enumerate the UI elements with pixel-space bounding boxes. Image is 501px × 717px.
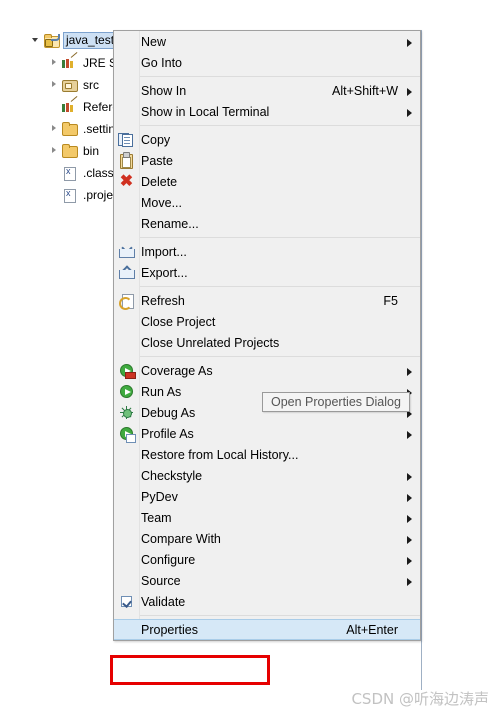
menu-separator: [114, 125, 420, 126]
menu-item-paste[interactable]: Paste: [114, 150, 420, 171]
menu-item-label: Show In: [141, 83, 187, 98]
folder-icon: [61, 121, 78, 137]
menu-item-label: Properties: [141, 622, 198, 637]
menu-item-label: Checkstyle: [141, 468, 203, 483]
watermark: CSDN @听海边涛声: [351, 690, 489, 708]
tree-twisty-icon[interactable]: [30, 31, 43, 50]
menu-item-label: Validate: [141, 594, 186, 609]
menu-item-label: Move...: [141, 195, 182, 210]
tree-item-src[interactable]: src: [48, 75, 101, 94]
menu-item-source[interactable]: Source: [114, 570, 420, 591]
menu-item-team[interactable]: Team: [114, 507, 420, 528]
menu-item-label: Source: [141, 573, 181, 588]
menu-separator: [114, 615, 420, 616]
tree-twisty-icon[interactable]: [48, 141, 61, 160]
profile-icon: [118, 425, 136, 443]
tree-item-java-test2[interactable]: java_test2: [30, 31, 124, 50]
menu-item-refresh[interactable]: Refresh F5: [114, 290, 420, 311]
menu-item-restore-from-local-history[interactable]: Restore from Local History...: [114, 444, 420, 465]
menu-item-label: Profile As: [141, 426, 194, 441]
tree-twisty-icon[interactable]: [48, 53, 61, 72]
menu-item-label: Rename...: [141, 216, 199, 231]
menu-item-import[interactable]: Import...: [114, 241, 420, 262]
debug-icon: [118, 404, 135, 421]
run-icon: [118, 383, 135, 400]
tree-item-label: src: [83, 77, 99, 92]
menu-item-new[interactable]: New: [114, 31, 420, 52]
menu-item-delete[interactable]: ✖ Delete: [114, 171, 420, 192]
menu-item-pydev[interactable]: PyDev: [114, 486, 420, 507]
menu-item-label: New: [141, 34, 167, 49]
menu-separator: [114, 76, 420, 77]
menu-item-export[interactable]: Export...: [114, 262, 420, 283]
menu-item-copy[interactable]: Copy: [114, 129, 420, 150]
menu-item-label: Configure: [141, 552, 196, 567]
menu-separator: [114, 356, 420, 357]
menu-item-coverage-as[interactable]: Coverage As: [114, 360, 420, 381]
menu-item-profile-as[interactable]: Profile As: [114, 423, 420, 444]
project-context-menu[interactable]: New Go Into Show In Alt+Shift+W Show in Loca…: [113, 30, 421, 641]
menu-item-shortcut: F5: [383, 293, 398, 308]
export-icon: [118, 264, 135, 281]
tree-twisty-icon[interactable]: [48, 75, 61, 94]
menu-item-checkstyle[interactable]: Checkstyle: [114, 465, 420, 486]
properties-tooltip: Open Properties Dialog: [262, 392, 410, 412]
menu-item-label: Paste: [141, 153, 173, 168]
coverage-icon: [118, 362, 136, 379]
menu-item-label: Show in Local Terminal: [141, 104, 270, 119]
menu-item-go-into[interactable]: Go Into: [114, 52, 420, 73]
menu-item-shortcut: Alt+Shift+W: [332, 83, 398, 98]
menu-item-validate[interactable]: Validate: [114, 591, 420, 612]
checkbox-checked-icon: [118, 593, 135, 610]
copy-icon: [118, 131, 135, 148]
import-icon: [118, 242, 135, 260]
menu-item-label: Go Into: [141, 55, 182, 70]
menu-item-label: Delete: [141, 174, 178, 189]
menu-item-label: Team: [141, 510, 172, 525]
menu-item-show-in[interactable]: Show In Alt+Shift+W: [114, 80, 420, 101]
menu-separator: [114, 237, 420, 238]
menu-item-label: Refresh: [141, 293, 185, 308]
menu-item-label: Close Project: [141, 314, 216, 329]
project-icon: [43, 33, 60, 49]
tree-item-label: bin: [83, 143, 100, 158]
menu-item-show-in-local-terminal[interactable]: Show in Local Terminal: [114, 101, 420, 122]
menu-item-close-unrelated-projects[interactable]: Close Unrelated Projects: [114, 332, 420, 353]
menu-item-label: Coverage As: [141, 363, 213, 378]
menu-item-label: Close Unrelated Projects: [141, 335, 280, 350]
file-icon: [61, 187, 78, 203]
menu-separator: [114, 286, 420, 287]
menu-item-label: Restore from Local History...: [141, 447, 299, 462]
menu-item-rename[interactable]: Rename...: [114, 213, 420, 234]
menu-item-label: Copy: [141, 132, 171, 147]
menu-item-close-project[interactable]: Close Project: [114, 311, 420, 332]
tree-twisty-icon[interactable]: [48, 119, 61, 138]
paste-icon: [118, 152, 135, 169]
menu-item-label: Import...: [141, 244, 187, 259]
library-icon: [61, 99, 78, 115]
tree-item-bin[interactable]: bin: [48, 141, 101, 160]
library-icon: [61, 55, 78, 71]
menu-item-label: PyDev: [141, 489, 178, 504]
folder-icon: [61, 143, 78, 159]
package-icon: [61, 77, 78, 93]
menu-item-compare-with[interactable]: Compare With: [114, 528, 420, 549]
panel-right-border: [421, 30, 422, 690]
file-icon: [61, 165, 78, 181]
menu-item-label: Compare With: [141, 531, 221, 546]
menu-item-move[interactable]: Move...: [114, 192, 420, 213]
menu-item-configure[interactable]: Configure: [114, 549, 420, 570]
delete-icon: ✖: [119, 173, 134, 190]
refresh-icon: [118, 292, 135, 310]
menu-item-label: Export...: [141, 265, 188, 280]
menu-item-properties[interactable]: Properties Alt+Enter: [114, 619, 420, 640]
menu-item-shortcut: Alt+Enter: [346, 622, 398, 637]
